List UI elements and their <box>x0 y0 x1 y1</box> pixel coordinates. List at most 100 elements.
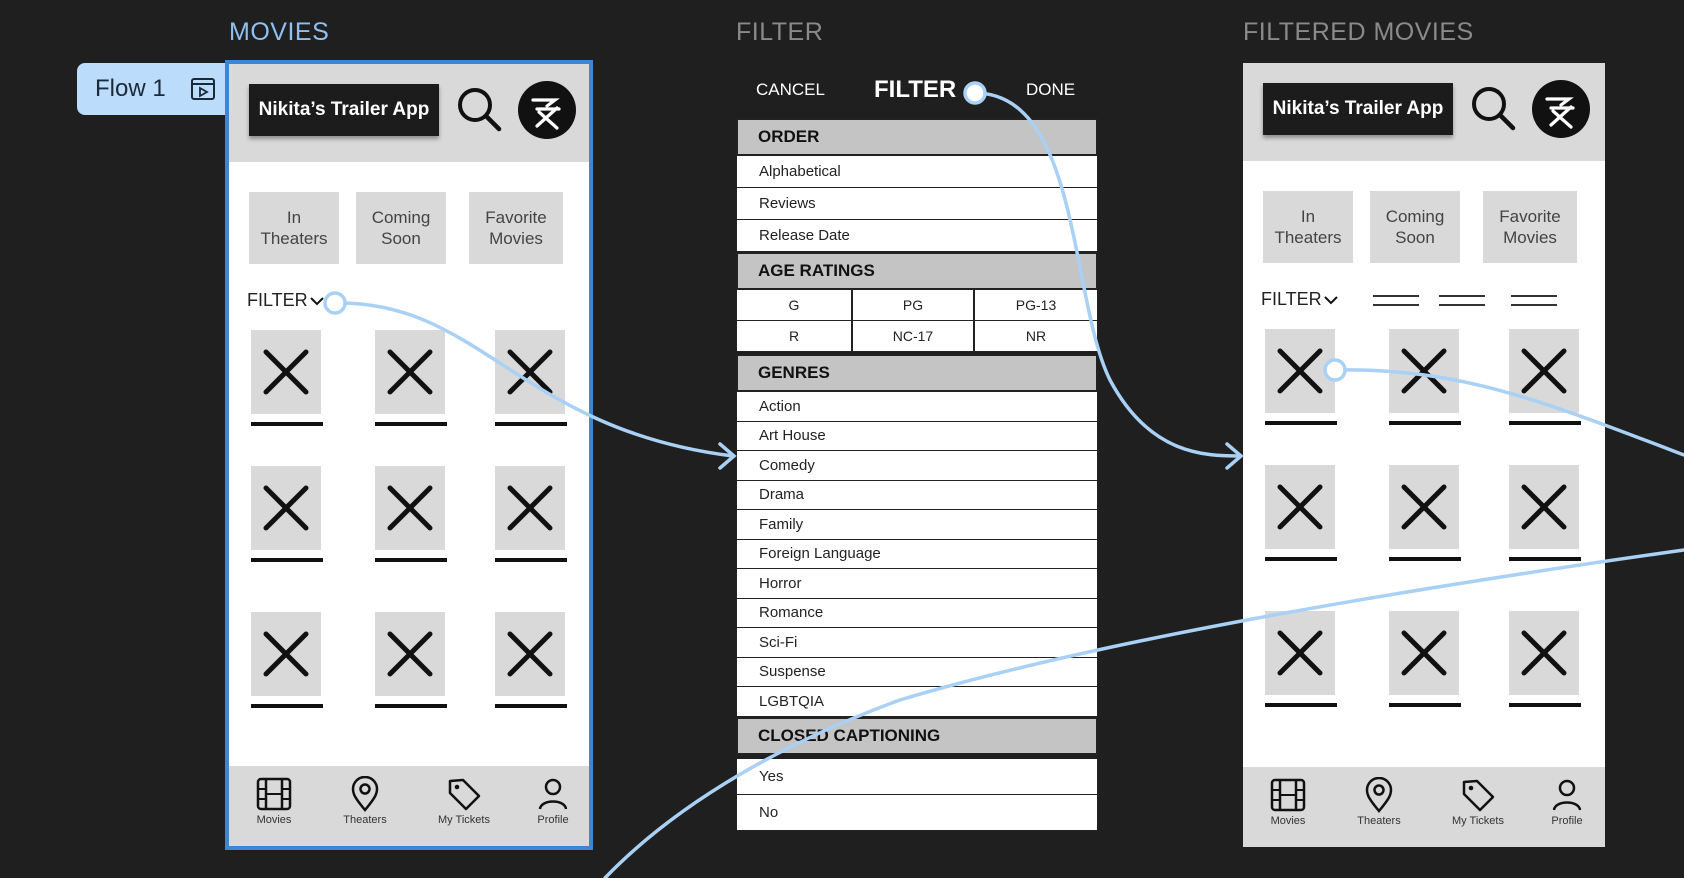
chevron-down-icon <box>1322 289 1338 309</box>
movie-title-line <box>495 422 567 426</box>
age-rating-option[interactable]: PG-13 <box>974 290 1098 321</box>
filter-sheet: CANCEL FILTER DONE ORDER Alphabetical Revi… <box>736 76 1098 831</box>
nav-label: Movies <box>1270 815 1306 827</box>
movie-title-line <box>1509 421 1581 425</box>
film-icon <box>229 776 319 812</box>
movie-poster[interactable] <box>1265 611 1335 695</box>
movie-poster[interactable] <box>1389 465 1459 549</box>
active-filter-line-0 <box>1373 295 1419 297</box>
filter-option-cc[interactable]: Yes <box>736 758 1098 795</box>
movie-title-line <box>251 704 323 708</box>
movie-title-line <box>1389 703 1461 707</box>
map-pin-icon <box>320 776 410 812</box>
connector-handle-done <box>963 81 987 105</box>
movie-poster[interactable] <box>1509 465 1579 549</box>
flow-starting-point[interactable]: Flow 1 <box>77 63 247 115</box>
nav-item-my-tickets[interactable]: My Tickets <box>1433 777 1523 827</box>
movie-poster[interactable] <box>1265 465 1335 549</box>
age-rating-option[interactable]: G <box>736 290 852 321</box>
chevron-down-icon <box>308 290 324 310</box>
filter-option-genre[interactable]: Family <box>736 510 1098 540</box>
movie-poster[interactable] <box>251 612 321 696</box>
nav-item-theaters[interactable]: Theaters <box>1334 777 1424 827</box>
filter-option-genre[interactable]: Romance <box>736 598 1098 628</box>
search-icon[interactable] <box>454 84 504 139</box>
active-filter-line-0-b <box>1373 304 1419 306</box>
cancel-button[interactable]: CANCEL <box>756 80 825 100</box>
tag-icon <box>419 776 509 812</box>
age-rating-option[interactable]: PG <box>852 290 974 321</box>
filter-option-order[interactable]: Reviews <box>736 188 1098 220</box>
movie-title-line <box>1389 557 1461 561</box>
search-icon[interactable] <box>1468 83 1518 138</box>
category-tab-1[interactable]: Coming Soon <box>356 192 446 264</box>
movie-title-line <box>375 704 447 708</box>
nav-item-movies[interactable]: Movies <box>1243 777 1333 827</box>
active-filter-line-1-b <box>1439 304 1485 306</box>
category-tab-2[interactable]: Favorite Movies <box>469 192 563 264</box>
movie-poster[interactable] <box>1389 611 1459 695</box>
filter-option-genre[interactable]: Foreign Language <box>736 539 1098 569</box>
movie-poster[interactable] <box>375 612 445 696</box>
movie-title-line <box>1265 557 1337 561</box>
movie-poster[interactable] <box>251 330 321 414</box>
filter-toggle[interactable]: FILTER <box>1261 289 1338 310</box>
age-rating-row: R NC-17 NR <box>736 321 1098 352</box>
nav-label: Profile <box>537 814 569 826</box>
movie-poster[interactable] <box>1509 329 1579 413</box>
app-logo-icon[interactable] <box>517 80 577 145</box>
filter-option-order[interactable]: Release Date <box>736 220 1098 252</box>
category-tab-0[interactable]: In Theaters <box>249 192 339 264</box>
filter-option-order[interactable]: Alphabetical <box>736 156 1098 188</box>
movie-poster[interactable] <box>251 466 321 550</box>
nav-item-movies[interactable]: Movies <box>229 776 319 826</box>
age-rating-option[interactable]: NC-17 <box>852 321 974 352</box>
nav-item-theaters[interactable]: Theaters <box>320 776 410 826</box>
frame-title-filter: FILTER <box>736 18 824 46</box>
movie-title-line <box>375 422 447 426</box>
map-pin-icon <box>1334 777 1424 813</box>
filter-option-genre[interactable]: LGBTQIA <box>736 687 1098 717</box>
section-heading-closed-captioning: CLOSED CAPTIONING <box>736 716 1098 755</box>
movie-poster[interactable] <box>495 330 565 414</box>
done-button[interactable]: DONE <box>1026 80 1075 100</box>
movie-poster[interactable] <box>1265 329 1335 413</box>
filter-option-genre[interactable]: Sci-Fi <box>736 628 1098 658</box>
age-rating-option[interactable]: R <box>736 321 852 352</box>
frame-title-filtered-movies: FILTERED MOVIES <box>1243 18 1474 46</box>
filter-toggle[interactable]: FILTER <box>247 290 324 311</box>
filter-option-cc[interactable]: No <box>736 794 1098 831</box>
movie-title-line <box>495 558 567 562</box>
movie-title-line <box>1265 421 1337 425</box>
app-title: Nikita’s Trailer App <box>1263 83 1453 135</box>
nav-item-profile[interactable]: Profile <box>1522 777 1605 827</box>
filter-option-genre[interactable]: Action <box>736 392 1098 422</box>
nav-label: Theaters <box>1357 815 1401 827</box>
nav-item-my-tickets[interactable]: My Tickets <box>419 776 509 826</box>
section-heading-order: ORDER <box>736 118 1098 156</box>
filter-sheet-title: FILTER <box>874 76 957 103</box>
movie-poster[interactable] <box>375 330 445 414</box>
filter-option-genre[interactable]: Suspense <box>736 657 1098 687</box>
movie-poster[interactable] <box>375 466 445 550</box>
user-icon <box>508 776 589 812</box>
filtered-movies-screen[interactable]: Nikita’s Trailer App In Theaters Coming So… <box>1243 63 1605 847</box>
nav-item-profile[interactable]: Profile <box>508 776 589 826</box>
filter-option-genre[interactable]: Horror <box>736 569 1098 599</box>
section-heading-genres: GENRES <box>736 354 1098 392</box>
filter-option-genre[interactable]: Art House <box>736 421 1098 451</box>
movies-screen[interactable]: Nikita’s Trailer App In Theaters Coming So… <box>225 60 593 850</box>
movie-poster[interactable] <box>495 466 565 550</box>
category-tab-2[interactable]: Favorite Movies <box>1483 191 1577 263</box>
age-rating-row: G PG PG-13 <box>736 290 1098 321</box>
app-logo-icon[interactable] <box>1531 79 1591 144</box>
category-tab-0[interactable]: In Theaters <box>1263 191 1353 263</box>
filter-option-genre[interactable]: Comedy <box>736 451 1098 481</box>
movie-poster[interactable] <box>495 612 565 696</box>
movie-poster[interactable] <box>1509 611 1579 695</box>
age-rating-option[interactable]: NR <box>974 321 1098 352</box>
filter-option-genre[interactable]: Drama <box>736 480 1098 510</box>
movie-poster[interactable] <box>1389 329 1459 413</box>
filter-toggle-label: FILTER <box>247 290 308 310</box>
category-tab-1[interactable]: Coming Soon <box>1370 191 1460 263</box>
